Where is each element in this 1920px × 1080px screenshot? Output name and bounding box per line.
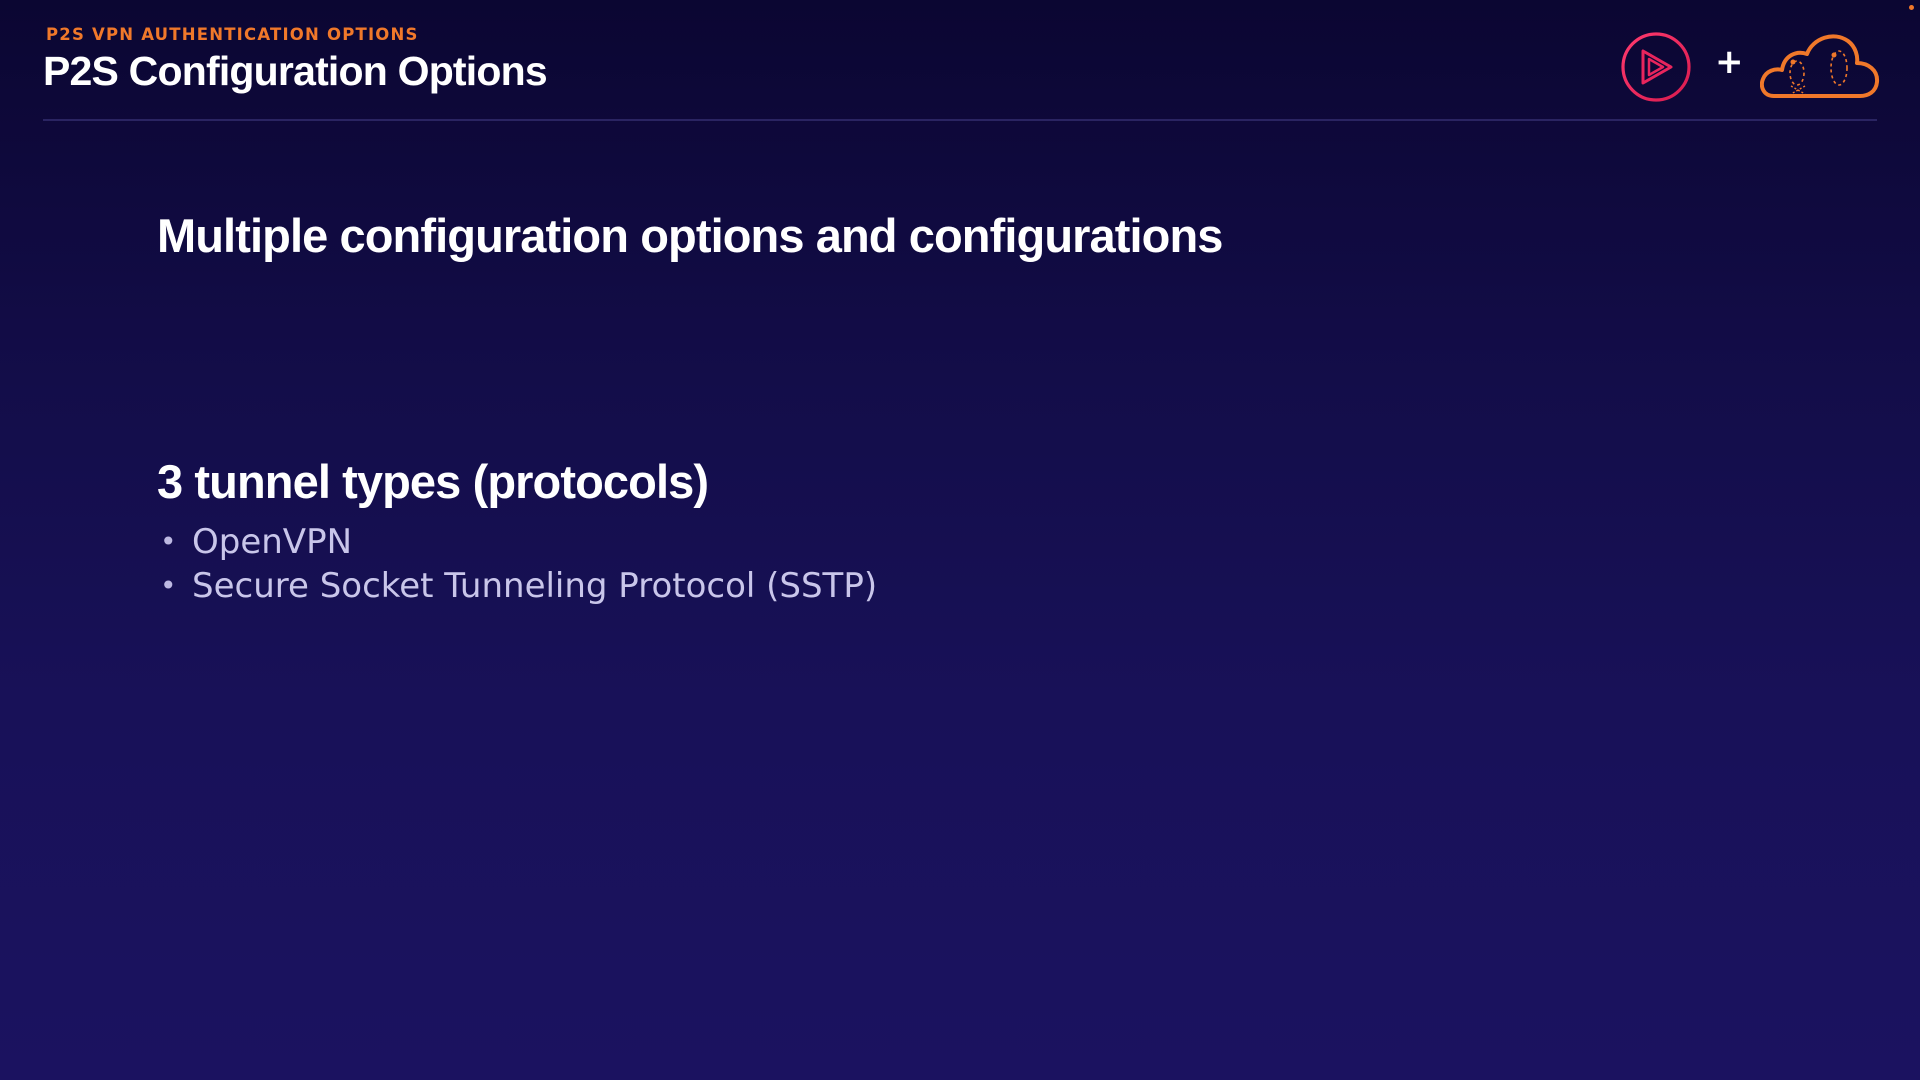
brand-logos: +: [1620, 28, 1880, 108]
bullet-icon: •: [160, 525, 177, 558]
plus-sign: +: [1715, 42, 1744, 82]
page-title: P2S Configuration Options: [43, 48, 548, 94]
bullet-icon: •: [160, 569, 177, 602]
corner-dot: [1909, 5, 1914, 10]
header-divider: [43, 119, 1877, 121]
list-item-text: OpenVPN: [192, 522, 353, 562]
list-item: • OpenVPN: [157, 520, 877, 564]
section-kicker: P2S VPN AUTHENTICATION OPTIONS: [46, 25, 419, 44]
list-item-text: Secure Socket Tunneling Protocol (SSTP): [192, 566, 878, 606]
slide: P2S VPN AUTHENTICATION OPTIONS P2S Confi…: [0, 0, 1920, 1080]
section-heading: 3 tunnel types (protocols): [157, 455, 709, 508]
cloud-logo-icon: [1760, 34, 1880, 98]
play-logo-icon: [1621, 32, 1691, 102]
protocol-list: • OpenVPN • Secure Socket Tunneling Prot…: [157, 520, 877, 608]
list-item: • Secure Socket Tunneling Protocol (SSTP…: [157, 564, 877, 608]
slide-headline: Multiple configuration options and confi…: [157, 209, 1223, 262]
